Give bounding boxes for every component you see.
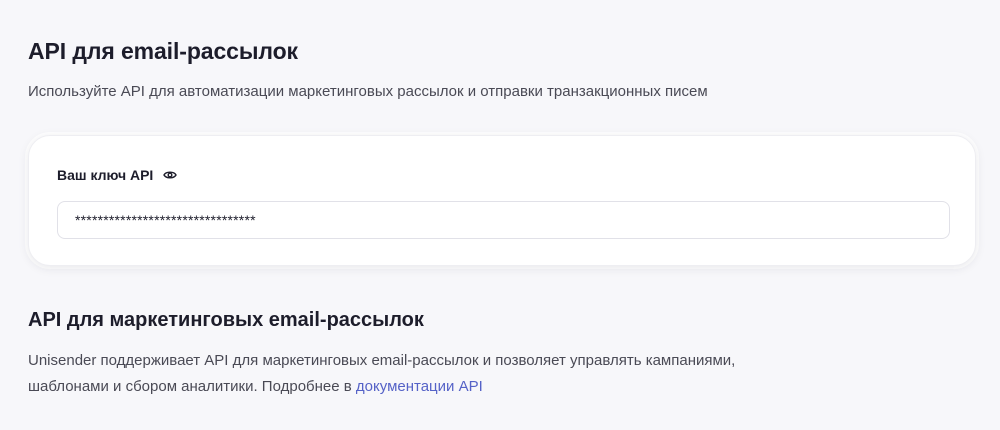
api-key-label: Ваш ключ API <box>57 167 154 183</box>
eye-icon-graphic <box>163 171 178 179</box>
api-key-label-row: Ваш ключ API <box>57 167 178 183</box>
page-title: API для email-рассылок <box>28 38 298 64</box>
page-subtitle: Используйте API для автоматизации маркет… <box>28 83 708 100</box>
section-title: API для маркетинговых email-рассылок <box>28 309 424 331</box>
section-description-line1: Unisender поддерживает API для маркетинг… <box>28 352 736 369</box>
section-description: Unisender поддерживает API для маркетинг… <box>28 348 908 400</box>
page: API для email-рассылок Используйте API д… <box>0 0 1000 430</box>
eye-icon[interactable] <box>162 167 178 183</box>
section-description-line2: шаблонами и сбором аналитики. Подробнее … <box>28 378 356 395</box>
api-key-card: Ваш ключ API <box>28 135 976 266</box>
documentation-link[interactable]: документации API <box>356 378 483 395</box>
api-key-field[interactable] <box>57 201 950 239</box>
